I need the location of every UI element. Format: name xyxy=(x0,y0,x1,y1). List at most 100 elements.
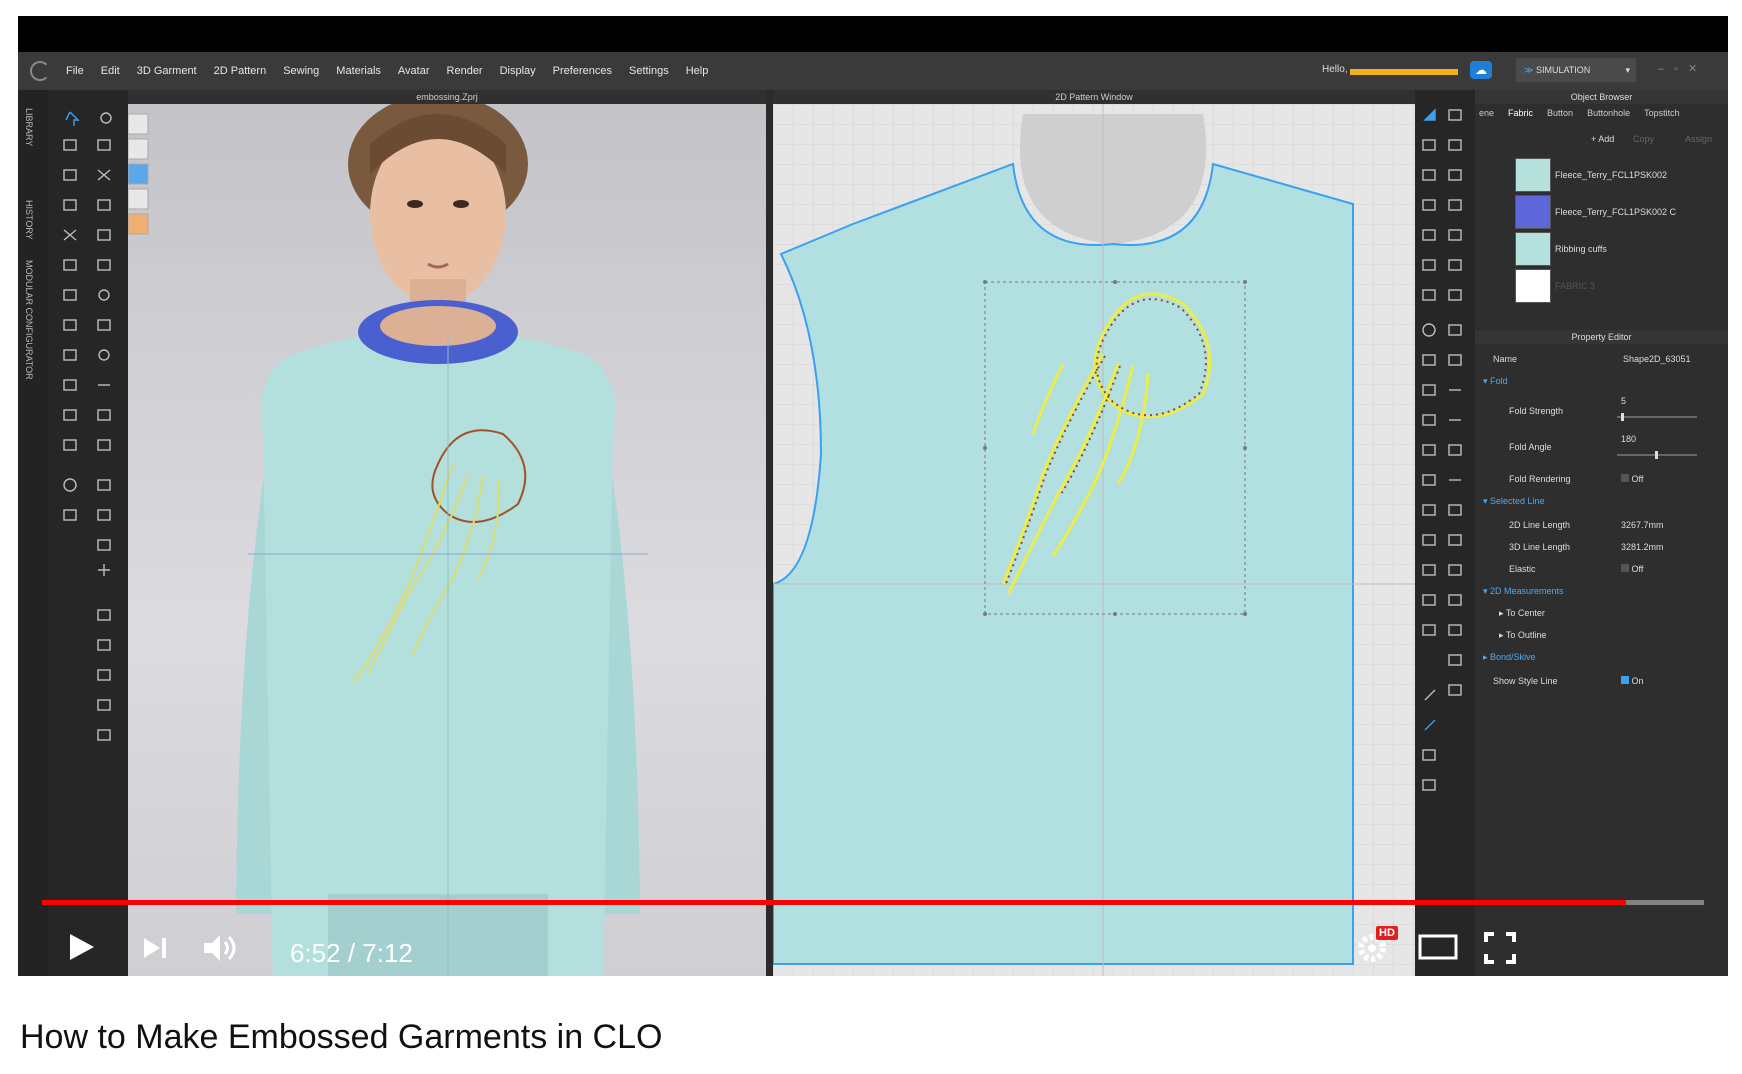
fabric-name[interactable]: Fleece_Terry_FCL1PSK002 C xyxy=(1555,207,1676,217)
play-icon[interactable] xyxy=(68,932,96,962)
menu-3d-garment[interactable]: 3D Garment xyxy=(137,65,197,77)
video-player[interactable]: File Edit 3D Garment 2D Pattern Sewing M… xyxy=(18,16,1728,976)
fabric-swatch[interactable] xyxy=(1515,269,1551,303)
fabric-name[interactable]: FABRIC 3 xyxy=(1555,281,1595,291)
fold-angle-label: Fold Angle xyxy=(1509,442,1552,452)
elastic-toggle[interactable]: Off xyxy=(1621,564,1643,574)
slider-handle[interactable] xyxy=(1621,413,1624,421)
menu-render[interactable]: Render xyxy=(447,65,483,77)
toolbar-3d xyxy=(48,90,128,976)
name-value[interactable]: Shape2D_63051 xyxy=(1623,354,1691,364)
to-outline-item[interactable]: ▸ To Outline xyxy=(1499,630,1546,641)
fold-strength-slider[interactable] xyxy=(1617,413,1697,421)
object-browser-title: Object Browser xyxy=(1475,90,1728,104)
section-selected-line[interactable]: ▾ Selected Line xyxy=(1483,496,1545,507)
show-style-line-value: On xyxy=(1631,676,1644,686)
add-button[interactable]: + Add xyxy=(1591,134,1614,144)
copy-button[interactable]: Copy xyxy=(1633,134,1654,144)
toolbar-2d-icons[interactable] xyxy=(1415,90,1475,976)
checkbox-icon xyxy=(1621,564,1629,572)
to-outline-label: To Outline xyxy=(1505,630,1547,640)
tab-modular-configurator[interactable]: MODULAR CONFIGURATOR xyxy=(24,260,34,380)
pattern-2d-render xyxy=(773,104,1415,976)
section-bond-skive[interactable]: ▸ Bond/Skive xyxy=(1483,652,1536,663)
redacted-username xyxy=(1350,69,1458,75)
checkbox-checked-icon xyxy=(1621,676,1629,684)
fabric-swatch[interactable] xyxy=(1515,232,1551,266)
fabric-swatch[interactable] xyxy=(1515,158,1551,192)
fold-rendering-toggle[interactable]: Off xyxy=(1621,474,1643,484)
menu-display[interactable]: Display xyxy=(500,65,536,77)
menu-2d-pattern[interactable]: 2D Pattern xyxy=(214,65,267,77)
toolbar-3d-icons[interactable] xyxy=(48,90,128,976)
viewport-2d[interactable] xyxy=(773,104,1415,976)
fold-strength-value[interactable]: 5 xyxy=(1621,396,1626,406)
cloud-icon[interactable]: ☁ xyxy=(1470,61,1492,79)
simulation-icon: ≫ xyxy=(1524,65,1536,75)
fold-angle-slider[interactable] xyxy=(1617,451,1697,459)
progress-bar[interactable] xyxy=(42,900,1704,905)
hd-badge: HD xyxy=(1376,926,1398,940)
to-center-item[interactable]: ▸ To Center xyxy=(1499,608,1545,619)
volume-icon[interactable] xyxy=(202,932,238,964)
viewport-3d[interactable] xyxy=(128,104,766,976)
mode-dropdown[interactable]: ≫ SIMULATION ▾ xyxy=(1516,58,1636,82)
progress-bar-fill xyxy=(42,900,1626,905)
line-3d-value: 3281.2mm xyxy=(1621,542,1664,552)
viewport-2d-title: 2D Pattern Window xyxy=(773,90,1415,104)
viewport-3d-title: embossing.Zprj xyxy=(128,90,766,104)
clo-application-window: File Edit 3D Garment 2D Pattern Sewing M… xyxy=(18,52,1728,976)
section-2d-measurements-label: 2D Measurements xyxy=(1490,586,1564,596)
mode-label: SIMULATION xyxy=(1535,65,1591,75)
next-icon[interactable] xyxy=(142,936,168,960)
tab-history[interactable]: HISTORY xyxy=(24,200,34,240)
chevron-down-icon: ▾ xyxy=(1625,65,1630,75)
section-fold[interactable]: ▾ Fold xyxy=(1483,376,1508,387)
left-sidebar: LIBRARY HISTORY MODULAR CONFIGURATOR xyxy=(18,90,48,976)
time-display: 6:52 / 7:12 xyxy=(290,938,413,968)
viewport-3d-icons xyxy=(128,113,149,235)
line-3d-label: 3D Line Length xyxy=(1509,542,1571,552)
fold-rendering-label: Fold Rendering xyxy=(1509,474,1571,484)
fold-angle-value[interactable]: 180 xyxy=(1621,434,1636,444)
window-controls[interactable]: –▫✕ xyxy=(1658,62,1707,75)
fabric-name[interactable]: Ribbing cuffs xyxy=(1555,244,1607,254)
tab-buttonhole[interactable]: Buttonhole xyxy=(1587,108,1630,118)
tab-button[interactable]: Button xyxy=(1547,108,1573,118)
object-browser-tabs: ene Fabric Button Buttonhole Topstitch xyxy=(1475,104,1728,122)
tab-topstitch[interactable]: Topstitch xyxy=(1644,108,1680,118)
tab-ene[interactable]: ene xyxy=(1479,108,1494,118)
menu-sewing[interactable]: Sewing xyxy=(283,65,319,77)
tab-fabric[interactable]: Fabric xyxy=(1508,108,1533,118)
fabric-swatch[interactable] xyxy=(1515,195,1551,229)
menu-help[interactable]: Help xyxy=(686,65,709,77)
show-style-line-label: Show Style Line xyxy=(1493,676,1558,686)
video-title: How to Make Embossed Garments in CLO xyxy=(20,1018,663,1056)
property-editor-title: Property Editor xyxy=(1475,330,1728,344)
assign-button[interactable]: Assign xyxy=(1685,134,1712,144)
elastic-label: Elastic xyxy=(1509,564,1536,574)
show-style-line-toggle[interactable]: On xyxy=(1621,676,1644,686)
fold-rendering-value: Off xyxy=(1631,474,1644,484)
fold-strength-label: Fold Strength xyxy=(1509,406,1564,416)
toolbar-2d xyxy=(1415,90,1475,976)
fabric-name[interactable]: Fleece_Terry_FCL1PSK002 xyxy=(1555,170,1667,180)
slider-handle[interactable] xyxy=(1655,451,1658,459)
menu-materials[interactable]: Materials xyxy=(336,65,381,77)
fullscreen-icon[interactable] xyxy=(1484,932,1516,964)
right-panel: Object Browser ene Fabric Button Buttonh… xyxy=(1475,90,1728,976)
tab-library[interactable]: LIBRARY xyxy=(24,108,34,146)
menu-avatar[interactable]: Avatar xyxy=(398,65,430,77)
avatar-3d-render xyxy=(128,104,648,976)
menu-file[interactable]: File xyxy=(66,65,84,77)
to-center-label: To Center xyxy=(1505,608,1545,618)
menu-edit[interactable]: Edit xyxy=(101,65,120,77)
theater-mode-icon[interactable] xyxy=(1418,934,1458,962)
checkbox-icon xyxy=(1621,474,1629,482)
menu-preferences[interactable]: Preferences xyxy=(553,65,612,77)
menu-settings[interactable]: Settings xyxy=(629,65,669,77)
section-2d-measurements[interactable]: ▾ 2D Measurements xyxy=(1483,586,1564,597)
section-bond-skive-label: Bond/Skive xyxy=(1490,652,1536,662)
name-label: Name xyxy=(1493,354,1518,364)
line-2d-label: 2D Line Length xyxy=(1509,520,1571,530)
